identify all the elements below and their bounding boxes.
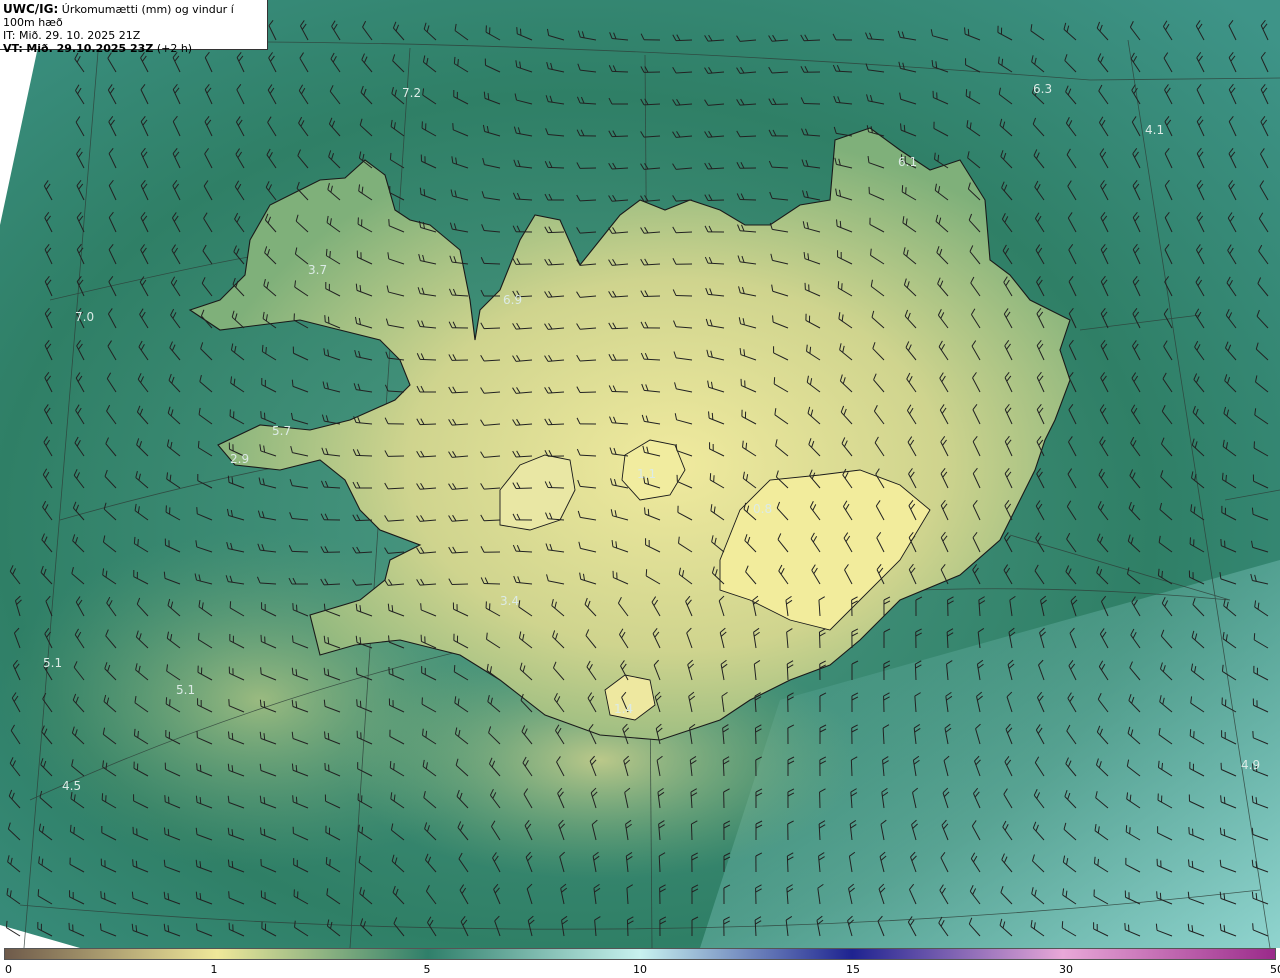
- colorbar-tick: 15: [846, 963, 860, 976]
- map-value-label: 1.1: [637, 467, 656, 481]
- map-panel: 7.2 6.3 4.1 6.1 3.7 6.9 7.0 5.7 2.9 1.1 …: [0, 0, 1280, 948]
- map-value-label: 6.3: [1033, 82, 1052, 96]
- map-value-label: 2.9: [230, 452, 249, 466]
- valid-time: Mið. 29.10.2025 23Z: [26, 42, 154, 55]
- colorbar-tick: 50: [1270, 963, 1280, 976]
- title-line: UWC/IG: Úrkomumætti (mm) og vindur í 100…: [3, 2, 267, 30]
- colorbar-tick: 1: [210, 963, 218, 976]
- map-value-label: 5.1: [176, 683, 195, 697]
- map-value-label: 4.1: [1145, 123, 1164, 137]
- map-value-label: 7.2: [402, 86, 421, 100]
- map-value-label: 6.9: [503, 293, 522, 307]
- colorbar-tick: 5: [423, 963, 431, 976]
- map-value-label: 3.7: [308, 263, 327, 277]
- map-value-label: 0.8: [753, 502, 772, 516]
- colorbar-strip: [4, 948, 1276, 960]
- lead-time: (+2 h): [156, 42, 193, 55]
- map-value-label: 4.5: [62, 779, 81, 793]
- vt-prefix: VT:: [3, 42, 23, 55]
- forecast-info-box: UWC/IG: Úrkomumætti (mm) og vindur í 100…: [0, 0, 268, 55]
- precip-colorbar: 0 1 5 10 15 30 50: [0, 948, 1280, 978]
- map-value-label: 5.1: [43, 656, 62, 670]
- colorbar-tick: 30: [1059, 963, 1073, 976]
- colorbar-tick: 0: [5, 963, 12, 976]
- colorbar-tick: 10: [633, 963, 647, 976]
- forecast-map: 7.2 6.3 4.1 6.1 3.7 6.9 7.0 5.7 2.9 1.1 …: [0, 0, 1280, 948]
- map-value-label: 5.7: [272, 424, 291, 438]
- valid-time-line: VT: Mið. 29.10.2025 23Z (+2 h): [3, 42, 267, 55]
- map-value-label: 1.4: [614, 702, 633, 716]
- product-code: UWC/IG:: [3, 2, 59, 16]
- init-time: IT: Mið. 29. 10. 2025 21Z: [3, 29, 141, 42]
- map-value-label: 7.0: [75, 310, 94, 324]
- map-value-label: 3.4: [500, 594, 519, 608]
- map-value-label: 6.1: [898, 155, 917, 169]
- map-value-label: 4.9: [1241, 758, 1260, 772]
